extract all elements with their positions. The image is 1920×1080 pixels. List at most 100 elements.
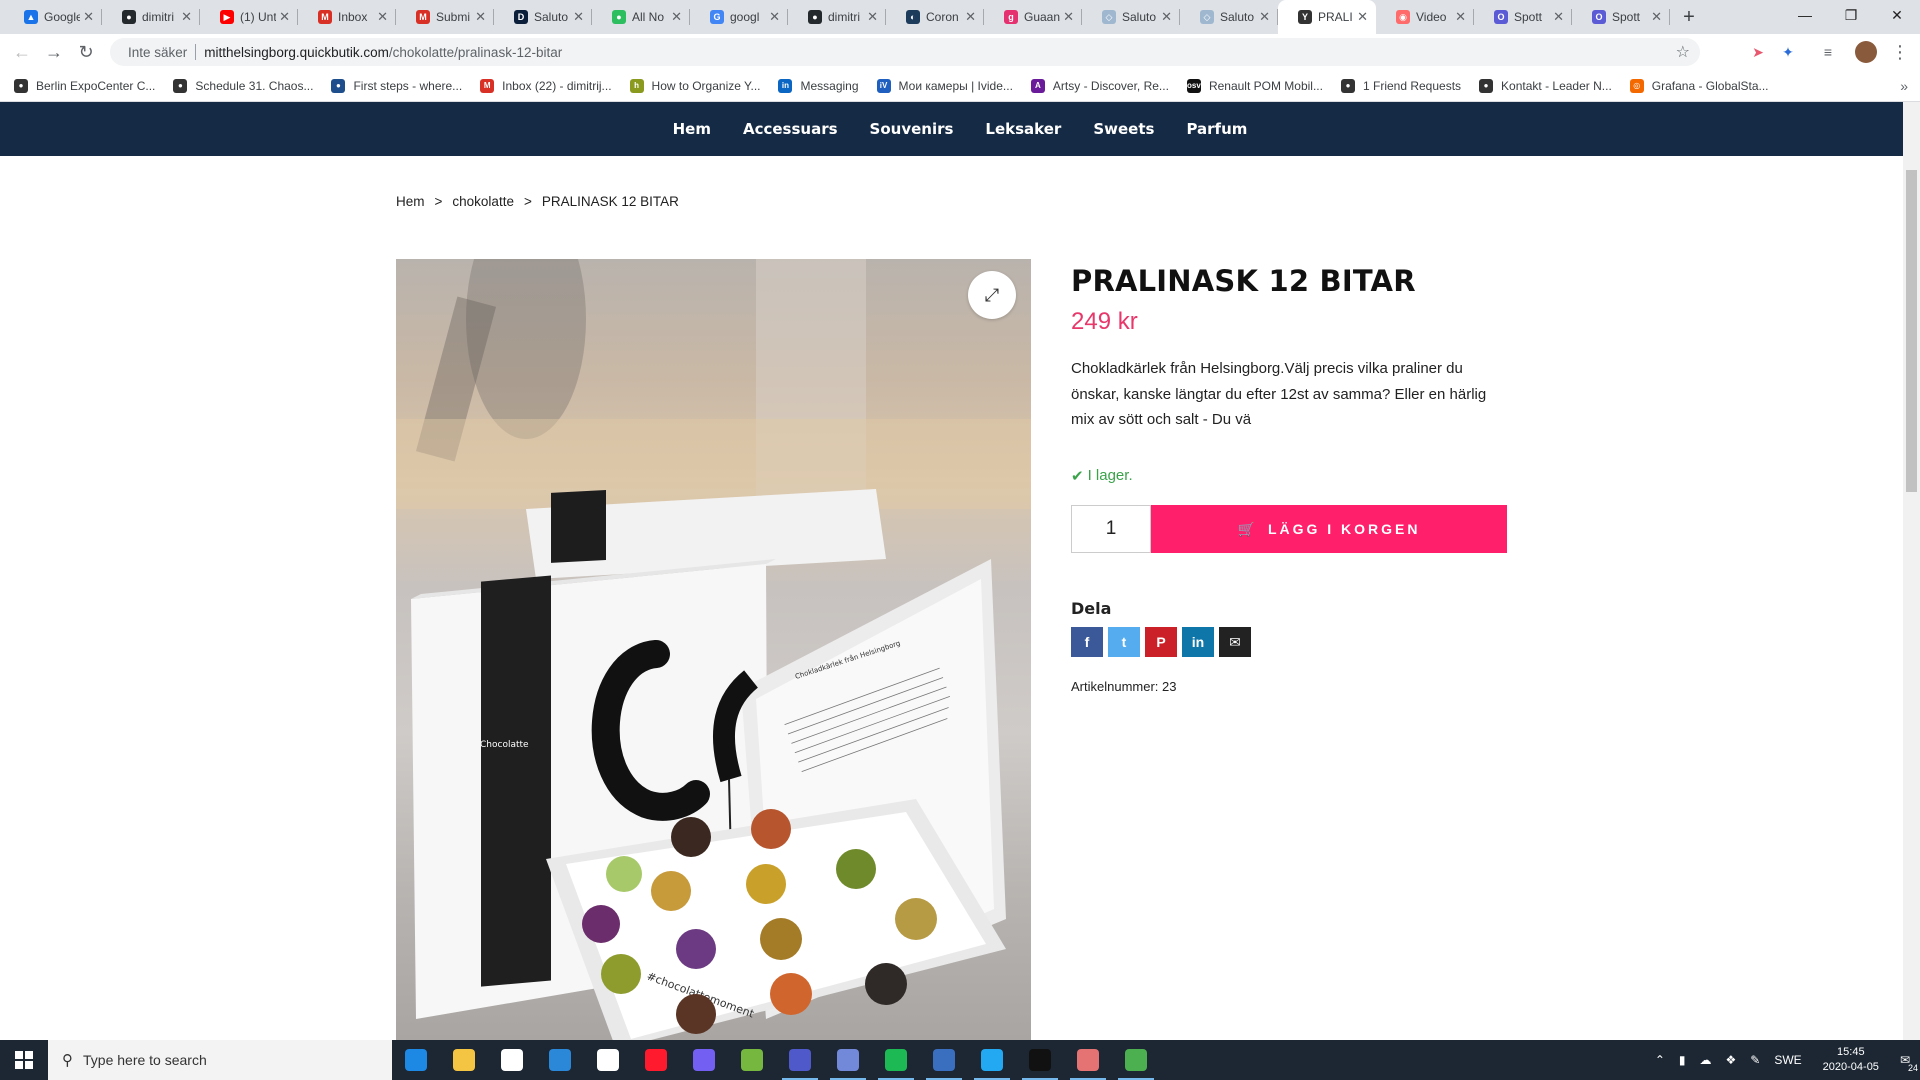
nav-link-hem[interactable]: Hem: [673, 120, 711, 138]
browser-tab[interactable]: D Saluto ✕: [494, 0, 592, 34]
browser-tab[interactable]: ▲ Google ✕: [4, 0, 102, 34]
taskbar-mail-icon[interactable]: [536, 1040, 584, 1080]
breadcrumb-item[interactable]: Hem: [396, 194, 425, 209]
new-tab-button[interactable]: +: [1674, 0, 1704, 34]
bookmark-item[interactable]: M Inbox (22) - dimitrij...: [480, 78, 612, 93]
taskbar-store-icon[interactable]: [488, 1040, 536, 1080]
media-playlist-icon[interactable]: ≡: [1814, 38, 1842, 66]
bookmark-item[interactable]: A Artsy - Discover, Re...: [1030, 78, 1169, 93]
browser-menu-icon[interactable]: ⋮: [1886, 38, 1914, 66]
taskbar-viber-icon[interactable]: [680, 1040, 728, 1080]
share-pinterest-icon[interactable]: P: [1145, 627, 1177, 657]
breadcrumb-item[interactable]: chokolatte: [452, 194, 514, 209]
taskbar-spotify-icon[interactable]: [872, 1040, 920, 1080]
browser-tab[interactable]: Y PRALI ✕: [1278, 0, 1376, 34]
tab-close-icon[interactable]: ✕: [1161, 9, 1172, 25]
back-icon[interactable]: ←: [6, 36, 38, 68]
browser-tab[interactable]: ● All No ✕: [592, 0, 690, 34]
quantity-input[interactable]: 1: [1071, 505, 1151, 553]
browser-tab[interactable]: O Spott ✕: [1474, 0, 1572, 34]
nav-link-parfum[interactable]: Parfum: [1186, 120, 1247, 138]
tab-close-icon[interactable]: ✕: [1063, 9, 1074, 25]
taskbar-edge-icon[interactable]: [392, 1040, 440, 1080]
browser-tab[interactable]: M Submi ✕: [396, 0, 494, 34]
extension-blue-icon[interactable]: ✦: [1774, 38, 1802, 66]
bookmark-item[interactable]: ● Kontakt - Leader N...: [1479, 78, 1612, 93]
add-to-cart-button[interactable]: 🛒 LÄGG I KORGEN: [1151, 505, 1507, 553]
language-indicator[interactable]: SWE: [1774, 1053, 1801, 1067]
forward-icon[interactable]: →: [38, 36, 70, 68]
taskbar-opera-icon[interactable]: [632, 1040, 680, 1080]
bookmark-item[interactable]: iV Мои камеры | Ivide...: [876, 78, 1013, 93]
nav-link-leksaker[interactable]: Leksaker: [985, 120, 1061, 138]
windows-start-icon[interactable]: [0, 1040, 48, 1080]
bookmark-item[interactable]: osv Renault POM Mobil...: [1186, 78, 1323, 93]
tab-close-icon[interactable]: ✕: [573, 9, 584, 25]
bookmark-item[interactable]: ● Berlin ExpoCenter C...: [14, 78, 155, 93]
bookmark-item[interactable]: h How to Organize Y...: [629, 78, 760, 93]
dropbox-icon[interactable]: ❖: [1725, 1053, 1736, 1067]
tray-overflow-icon[interactable]: ⌃: [1655, 1053, 1665, 1067]
taskbar-terminal-icon[interactable]: [1016, 1040, 1064, 1080]
expand-image-icon[interactable]: ⤢: [968, 271, 1016, 319]
taskbar-discord-icon[interactable]: [824, 1040, 872, 1080]
browser-tab[interactable]: g Guaan ✕: [984, 0, 1082, 34]
product-image[interactable]: Chocolatte Chokladkärlek från Helsingbor…: [396, 259, 1031, 1040]
bookmark-star-icon[interactable]: ☆: [1676, 42, 1690, 62]
nav-link-accessuars[interactable]: Accessuars: [743, 120, 838, 138]
clock[interactable]: 15:45 2020-04-05: [1823, 1045, 1879, 1075]
tab-close-icon[interactable]: ✕: [83, 9, 94, 25]
tab-close-icon[interactable]: ✕: [965, 9, 976, 25]
browser-tab[interactable]: ● dimitri ✕: [788, 0, 886, 34]
tab-close-icon[interactable]: ✕: [1553, 9, 1564, 25]
extension-red-icon[interactable]: ➤: [1744, 38, 1772, 66]
nav-link-souvenirs[interactable]: Souvenirs: [870, 120, 954, 138]
taskbar-chrome-badge-icon[interactable]: [1064, 1040, 1112, 1080]
browser-tab[interactable]: ● dimitri ✕: [102, 0, 200, 34]
browser-tab[interactable]: ◇ Saluto ✕: [1180, 0, 1278, 34]
tab-close-icon[interactable]: ✕: [1259, 9, 1270, 25]
nav-link-sweets[interactable]: Sweets: [1093, 120, 1154, 138]
tab-close-icon[interactable]: ✕: [1651, 9, 1662, 25]
page-scrollbar[interactable]: [1903, 102, 1920, 1040]
profile-avatar[interactable]: [1852, 38, 1880, 66]
bookmark-item[interactable]: ● Schedule 31. Chaos...: [173, 78, 313, 93]
tab-close-icon[interactable]: ✕: [1455, 9, 1466, 25]
tab-close-icon[interactable]: ✕: [279, 9, 290, 25]
tab-close-icon[interactable]: ✕: [867, 9, 878, 25]
browser-tab[interactable]: Ggoogl ✕: [690, 0, 788, 34]
bookmark-item[interactable]: ● First steps - where...: [331, 78, 462, 93]
browser-tab[interactable]: ◉ Video ✕: [1376, 0, 1474, 34]
battery-icon[interactable]: ▮: [1679, 1053, 1686, 1067]
bookmark-item[interactable]: ● 1 Friend Requests: [1340, 78, 1461, 93]
share-facebook-icon[interactable]: f: [1071, 627, 1103, 657]
share-twitter-icon[interactable]: t: [1108, 627, 1140, 657]
taskbar-vscode-icon[interactable]: [968, 1040, 1016, 1080]
notifications-icon[interactable]: ✉ 24: [1900, 1053, 1918, 1073]
bookmark-item[interactable]: in Messaging: [778, 78, 859, 93]
taskbar-file-explorer-icon[interactable]: [440, 1040, 488, 1080]
taskbar-teams-icon[interactable]: [776, 1040, 824, 1080]
maximize-icon[interactable]: ❐: [1828, 0, 1874, 30]
scrollbar-thumb[interactable]: [1906, 170, 1917, 492]
browser-tab[interactable]: M Inbox ✕: [298, 0, 396, 34]
cloud-icon[interactable]: ☁: [1699, 1053, 1711, 1067]
minimize-icon[interactable]: —: [1782, 0, 1828, 30]
tab-close-icon[interactable]: ✕: [475, 9, 486, 25]
browser-tab[interactable]: ▶ (1) Unt ✕: [200, 0, 298, 34]
bookmarks-overflow-icon[interactable]: »: [1900, 78, 1908, 94]
browser-tab[interactable]: ◐ Coron ✕: [886, 0, 984, 34]
share-linkedin-icon[interactable]: in: [1182, 627, 1214, 657]
address-bar[interactable]: i Inte säker mitthelsingborg.quickbutik.…: [110, 38, 1700, 209]
taskbar-chrome-icon[interactable]: [1112, 1040, 1160, 1080]
tab-close-icon[interactable]: ✕: [181, 9, 192, 25]
browser-tab[interactable]: ◇ Saluto ✕: [1082, 0, 1180, 34]
pen-icon[interactable]: ✎: [1750, 1053, 1760, 1067]
taskbar-search[interactable]: ⚲ Type here to search: [48, 1040, 392, 1080]
tab-close-icon[interactable]: ✕: [671, 9, 682, 25]
tab-close-icon[interactable]: ✕: [1357, 9, 1368, 25]
bookmark-item[interactable]: ◎ Grafana - GlobalSta...: [1629, 78, 1769, 93]
browser-tab[interactable]: O Spott ✕: [1572, 0, 1670, 34]
taskbar-utorrent-icon[interactable]: [728, 1040, 776, 1080]
close-window-icon[interactable]: ✕: [1874, 0, 1920, 30]
